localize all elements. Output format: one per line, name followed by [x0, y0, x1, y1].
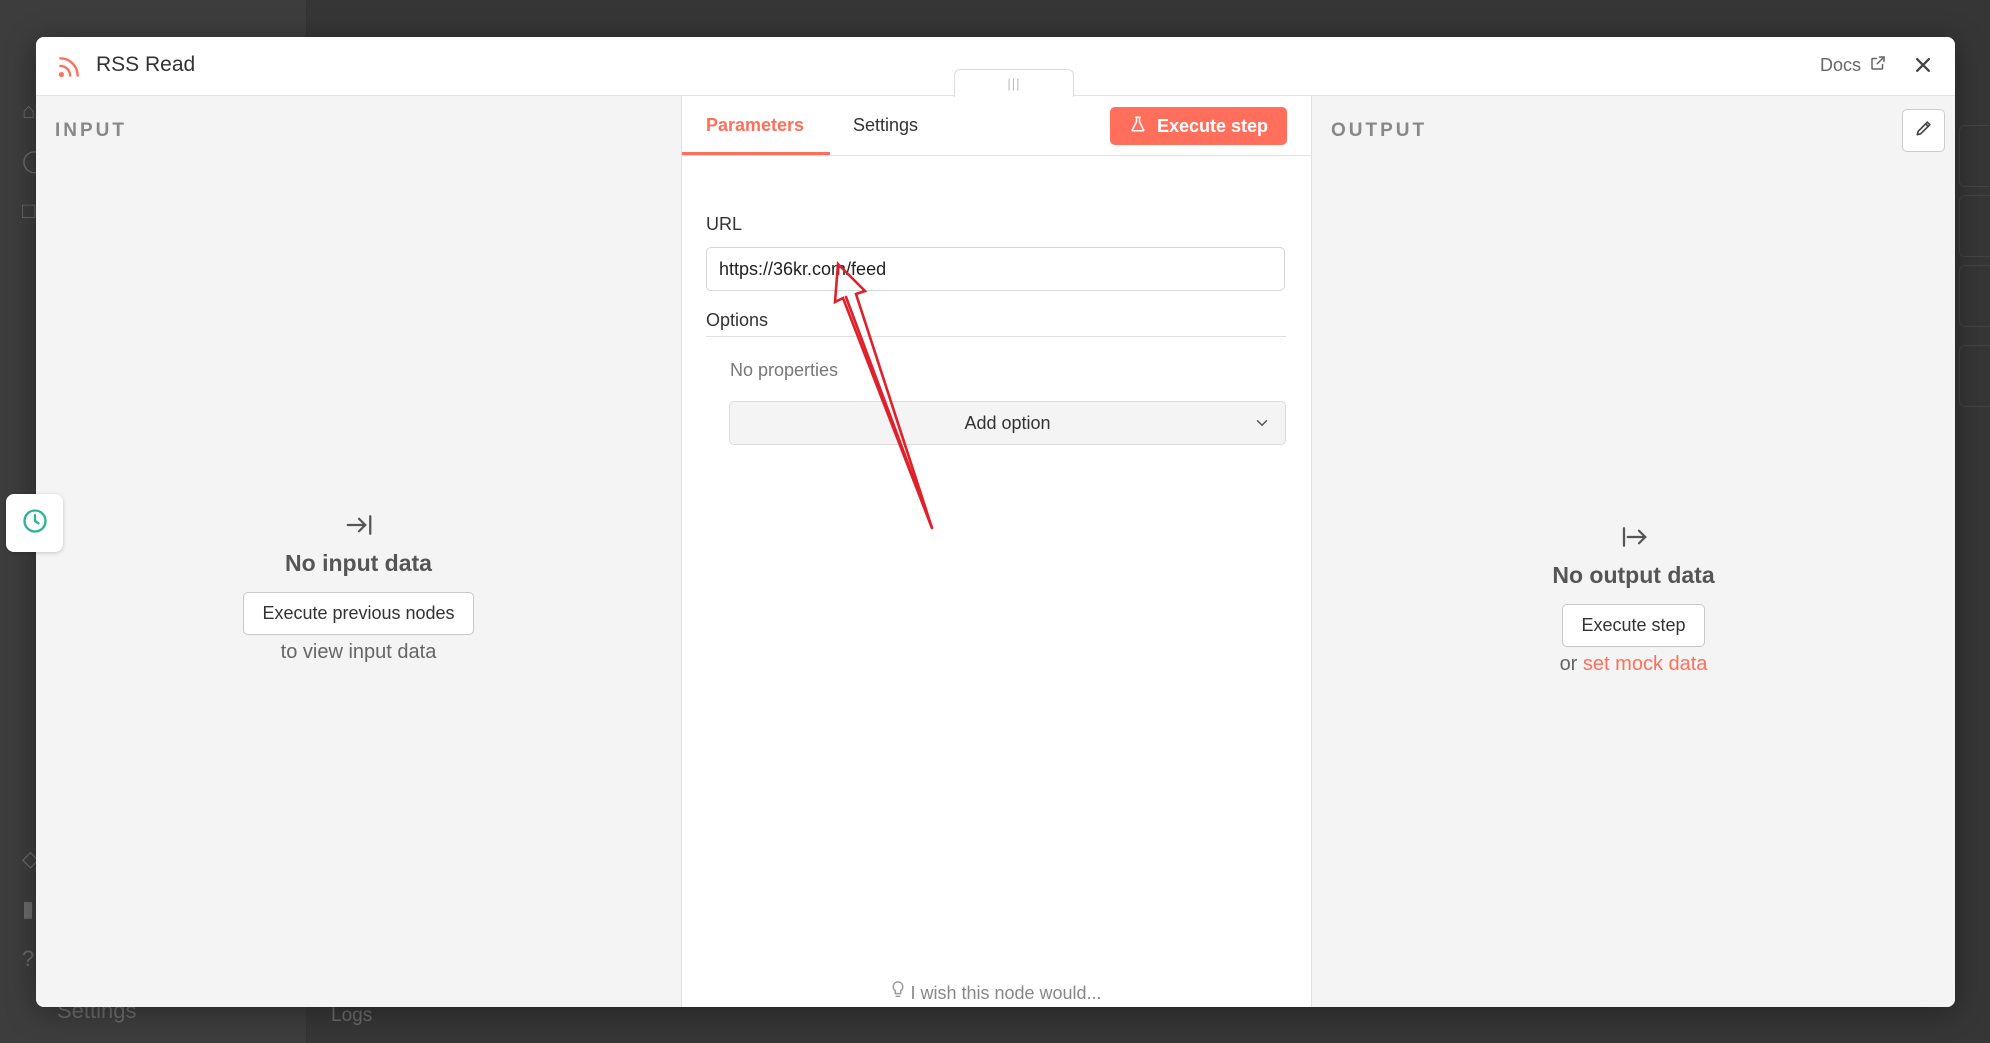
feedback-label: I wish this node would...: [910, 983, 1102, 1003]
clock-icon: [21, 507, 49, 540]
arrow-from-bar-right-icon: [1312, 522, 1955, 552]
execute-step-button[interactable]: Execute step: [1109, 107, 1287, 145]
active-tab-indicator: [682, 152, 830, 155]
no-input-title: No input data: [285, 550, 432, 576]
no-properties-text: No properties: [730, 360, 839, 380]
input-empty-state: No input data Execute previous nodes to …: [36, 510, 681, 664]
execute-step-label: Execute step: [1156, 115, 1268, 136]
arrow-to-right-bar-icon: [36, 510, 681, 540]
canvas-node-edge: [1959, 125, 1990, 187]
execute-previous-nodes-button[interactable]: Execute previous nodes: [243, 592, 474, 635]
tab-settings[interactable]: Settings: [853, 115, 918, 136]
canvas-node-edge: [1959, 265, 1990, 327]
output-panel: OUTPUT No output data Execute step or se…: [1312, 96, 1955, 1007]
logs-label: Logs: [331, 1005, 373, 1026]
panel-drag-handle[interactable]: |||: [954, 69, 1074, 97]
no-output-title: No output data: [1552, 562, 1715, 588]
url-input[interactable]: [706, 247, 1285, 291]
close-icon[interactable]: [1909, 51, 1937, 79]
add-option-label: Add option: [964, 413, 1051, 433]
url-label: URL: [706, 214, 743, 234]
parameters-panel: Parameters Settings Execute step URL Opt…: [682, 96, 1312, 1007]
output-execute-step-button[interactable]: Execute step: [1562, 604, 1705, 647]
canvas-node-edge: [1959, 195, 1990, 257]
flask-icon: [1129, 115, 1147, 138]
external-link-icon: [1869, 54, 1887, 77]
help-icon: ?: [22, 946, 35, 971]
options-divider: [706, 336, 1286, 337]
node-details-modal: RSS Read Docs ||| INPUT No input data Ex…: [36, 37, 1955, 1007]
docs-label: Docs: [1819, 55, 1861, 75]
rss-icon: [56, 54, 82, 80]
input-subtext: to view input data: [280, 641, 437, 663]
input-panel-label: INPUT: [55, 120, 127, 141]
chat-icon: □: [22, 198, 36, 223]
execution-history-button[interactable]: [6, 494, 63, 552]
options-label: Options: [706, 310, 769, 330]
grip-icon: |||: [1007, 76, 1021, 91]
lightbulb-icon: [891, 981, 910, 1003]
feedback-link[interactable]: I wish this node would...: [682, 981, 1311, 1004]
add-option-dropdown[interactable]: Add option: [729, 401, 1286, 445]
chevron-down-icon: [1253, 414, 1271, 437]
docs-link[interactable]: Docs: [1820, 54, 1887, 77]
insights-icon: ▮: [22, 896, 35, 921]
modal-title: RSS Read: [96, 53, 196, 76]
tab-parameters[interactable]: Parameters: [706, 115, 804, 136]
parameter-tabs: Parameters Settings Execute step: [682, 96, 1311, 156]
home-icon: ⌂: [22, 98, 36, 123]
output-subtext-prefix: or: [1559, 653, 1578, 675]
output-empty-state: No output data Execute step or set mock …: [1312, 522, 1955, 676]
edit-output-button[interactable]: [1902, 109, 1945, 152]
input-panel: INPUT No input data Execute previous nod…: [36, 96, 682, 1007]
output-panel-label: OUTPUT: [1331, 120, 1428, 141]
canvas-node-edge: [1959, 345, 1990, 407]
output-subtext: or set mock data: [1312, 653, 1955, 676]
set-mock-data-link[interactable]: set mock data: [1583, 653, 1708, 675]
pencil-icon: [1914, 118, 1934, 143]
